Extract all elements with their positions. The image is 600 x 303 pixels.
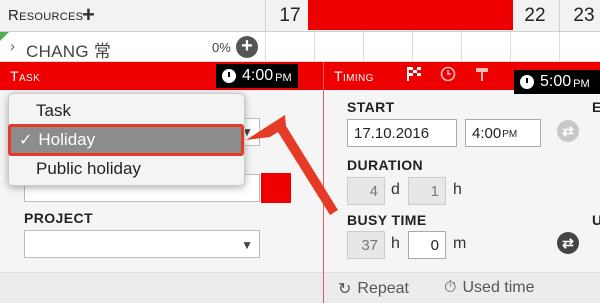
- resources-label: Resources: [8, 7, 84, 24]
- repeat-label: Repeat: [357, 280, 409, 297]
- duration-days-unit: d: [391, 181, 400, 198]
- start-date-value: 17.10.2016: [354, 124, 430, 142]
- end-label: E: [592, 99, 600, 115]
- checkmark-icon: ✓: [19, 132, 33, 149]
- chevron-right-icon[interactable]: ›: [10, 38, 15, 55]
- grid-cell[interactable]: [363, 32, 412, 62]
- chevron-down-icon: ▼: [241, 238, 253, 252]
- start-time-value: 4:00: [472, 124, 502, 142]
- resource-percent: 0%: [212, 40, 231, 55]
- u-label: U: [592, 212, 600, 228]
- dropdown-selected-label: Holiday: [38, 130, 96, 149]
- day-header[interactable]: 17: [265, 0, 314, 32]
- task-time-chip: 4:00 PM: [216, 64, 298, 88]
- end-time-suffix: PM: [573, 77, 590, 90]
- task-time-suffix: PM: [275, 71, 292, 84]
- busy-hours-input: 37: [347, 231, 385, 259]
- busy-time-label: BUSY TIME: [347, 212, 427, 228]
- busy-minutes-unit: m: [453, 235, 467, 252]
- resource-row[interactable]: › CHANG 常 0% +: [0, 32, 600, 62]
- start-time-suffix: PM: [502, 129, 518, 140]
- clock-icon[interactable]: [440, 66, 456, 86]
- day-header[interactable]: 22: [510, 0, 559, 32]
- task-panel-title: Task: [10, 68, 41, 84]
- day-header[interactable]: 23: [559, 0, 600, 32]
- repeat-button[interactable]: ↻ Repeat: [338, 279, 409, 299]
- start-date-input[interactable]: 17.10.2016: [347, 119, 457, 147]
- busy-hours-value: 37: [361, 236, 378, 254]
- panel-divider: [323, 62, 324, 303]
- resource-grid: [265, 32, 600, 62]
- task-time: 4:00: [242, 67, 274, 84]
- task-footer: [0, 272, 323, 303]
- start-time-input[interactable]: 4:00 PM: [465, 119, 541, 147]
- checkered-flag-icon[interactable]: [406, 66, 422, 86]
- dropdown-option-public-holiday[interactable]: Public holiday: [9, 154, 244, 184]
- duration-hours-unit: h: [453, 181, 462, 198]
- busy-minutes-input[interactable]: 0: [408, 231, 446, 259]
- plus-circle-icon[interactable]: +: [236, 36, 258, 58]
- resource-name: CHANG 常: [26, 42, 112, 61]
- panel-header-bar: Task Timing: [0, 62, 600, 90]
- pin-icon[interactable]: [474, 66, 490, 86]
- dropdown-option-task[interactable]: Task: [9, 96, 244, 126]
- grid-cell[interactable]: [510, 32, 559, 62]
- timer-icon: ⏱: [444, 279, 457, 296]
- end-time-chip: 5:00 PM: [514, 70, 600, 94]
- clock-icon: [222, 69, 236, 83]
- timing-panel-title: Timing: [334, 68, 374, 84]
- used-time-label: Used time: [462, 279, 535, 296]
- grid-cell[interactable]: [412, 32, 461, 62]
- used-time-button[interactable]: ⏱ Used time: [444, 279, 535, 297]
- duration-days-value: 4: [369, 182, 378, 200]
- busy-hours-unit: h: [391, 235, 400, 252]
- swap-icon[interactable]: ⇄: [557, 232, 579, 254]
- end-time: 5:00: [540, 73, 572, 90]
- clock-icon: [520, 75, 534, 89]
- duration-hours-value: 1: [430, 182, 439, 200]
- project-label: PROJECT: [24, 210, 93, 226]
- color-swatch[interactable]: [261, 173, 291, 203]
- add-resource-icon[interactable]: +: [82, 4, 95, 26]
- grid-cell[interactable]: [314, 32, 363, 62]
- swap-icon[interactable]: ⇄: [557, 120, 579, 142]
- busy-minutes-value: 0: [430, 236, 439, 254]
- repeat-icon: ↻: [338, 281, 352, 298]
- duration-label: DURATION: [347, 157, 424, 173]
- start-label: START: [347, 99, 395, 115]
- grid-cell[interactable]: [265, 32, 314, 62]
- booking-bar[interactable]: [308, 0, 513, 30]
- duration-days-input: 4: [347, 177, 385, 205]
- grid-cell[interactable]: [559, 32, 600, 62]
- grid-cell[interactable]: [461, 32, 510, 62]
- project-select[interactable]: ▼: [24, 230, 260, 258]
- dropdown-option-holiday[interactable]: ✓ Holiday: [8, 124, 244, 156]
- status-flag-icon: [0, 32, 9, 41]
- duration-hours-input: 1: [408, 177, 446, 205]
